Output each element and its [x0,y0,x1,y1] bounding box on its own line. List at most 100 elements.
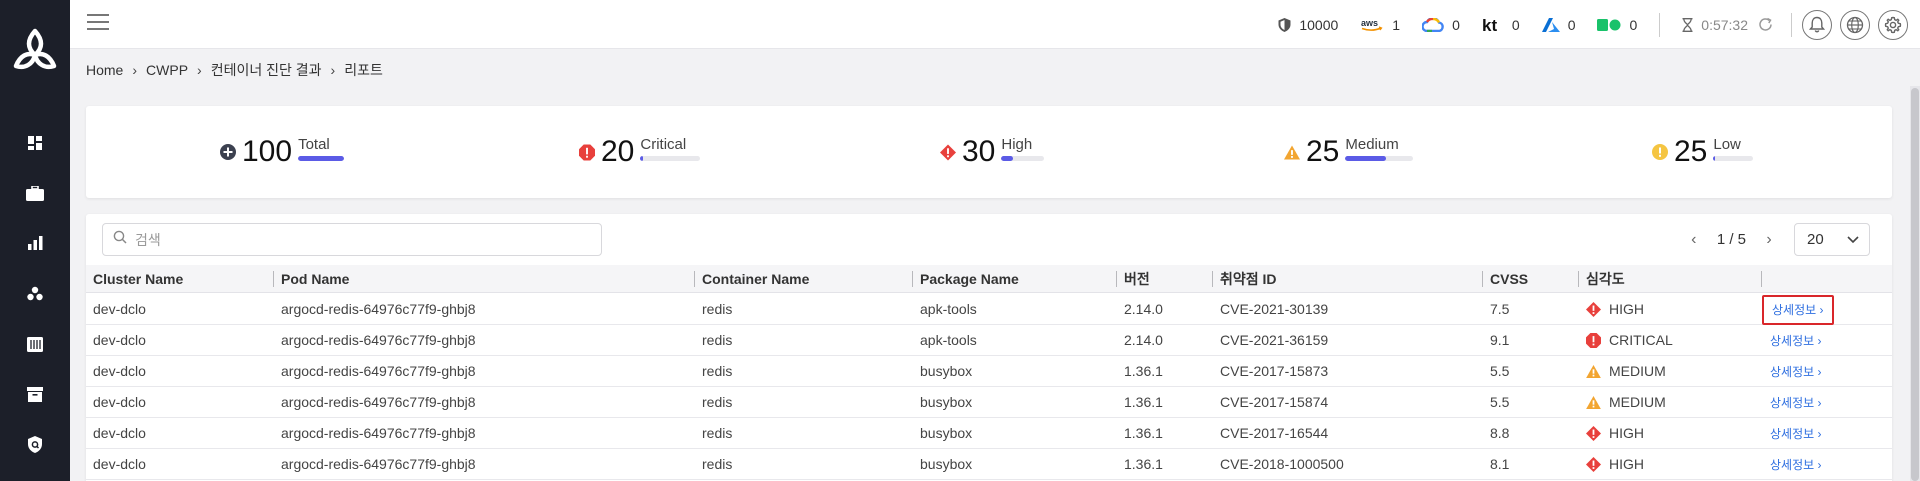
col-cluster-name[interactable]: Cluster Name [86,265,183,293]
col-version[interactable]: 버전 [1116,265,1150,293]
nav-archive-icon[interactable] [25,384,45,404]
total-bar [298,155,345,161]
detail-link[interactable]: 상세정보 › [1762,393,1830,413]
col-vuln-id[interactable]: 취약점 ID [1212,265,1277,293]
severity-label: HIGH [1609,301,1644,317]
cell-version: 1.36.1 [1124,456,1163,472]
cell-container: redis [702,363,733,379]
cell-severity: MEDIUM [1579,387,1666,418]
cell-cvss: 5.5 [1490,363,1510,379]
nav-chart-icon[interactable] [25,233,45,253]
detail-link[interactable]: 상세정보 › [1762,295,1834,325]
summary-low: 25 Low [1652,106,1754,198]
cell-package: apk-tools [920,332,977,348]
nav-dashboard-icon[interactable] [25,133,45,153]
cell-version: 2.14.0 [1124,301,1163,317]
detail-link[interactable]: 상세정보 › [1762,424,1830,444]
stat-azure[interactable]: 0 [1541,16,1576,33]
chevron-right-icon: › [330,62,336,78]
refresh-icon[interactable] [1758,17,1773,32]
page-indicator: 1 / 5 [1716,231,1746,248]
ncloud-count: 0 [1629,16,1638,33]
cell-severity: HIGH [1579,449,1644,480]
severity-high-icon [1586,457,1601,472]
table-row: dev-dclo argocd-redis-64976c77f9-ghbj8 red… [86,325,1892,356]
cell-version: 1.36.1 [1124,363,1163,379]
app-logo[interactable] [11,28,59,72]
stat-kt[interactable]: kt 0 [1482,17,1520,33]
language-globe-icon[interactable] [1840,9,1870,40]
breadcrumb-report: 리포트 [344,62,383,78]
cell-version: 1.36.1 [1124,394,1163,410]
low-label: Low [1713,135,1741,153]
stat-shield: 10000 [1278,17,1338,33]
table-row: dev-dclo argocd-redis-64976c77f9-ghbj8 red… [86,356,1892,387]
cell-container: redis [702,394,733,410]
col-container-name[interactable]: Container Name [694,265,809,293]
notification-bell-icon[interactable] [1802,9,1832,40]
severity-label: HIGH [1609,456,1644,472]
col-severity[interactable]: 심각도 [1578,265,1625,293]
nav-briefcase-icon[interactable] [25,183,45,203]
settings-gear-icon[interactable] [1878,9,1908,40]
search-icon [113,230,127,249]
high-icon [940,144,956,160]
cell-vuln-id: CVE-2017-16544 [1220,425,1329,441]
cell-vuln-id: CVE-2017-15874 [1220,394,1329,410]
breadcrumb-cwpp[interactable]: CWPP [146,62,188,78]
col-pod-name[interactable]: Pod Name [273,265,349,293]
scrollbar-thumb[interactable] [1911,88,1919,481]
hourglass-icon [1682,17,1693,32]
col-package-name[interactable]: Package Name [912,265,1019,293]
cell-cvss: 8.1 [1490,456,1510,472]
high-count: 30 [962,135,996,168]
critical-bar [640,155,701,161]
nav-security-icon[interactable] [25,434,45,454]
svg-text:aws: aws [1361,18,1378,28]
high-label: High [1001,135,1033,153]
chevron-down-icon [1847,231,1859,248]
col-cvss[interactable]: CVSS [1482,265,1528,293]
pagination: ‹ 1 / 5 › 20 [1683,223,1870,256]
low-count: 25 [1674,135,1708,168]
menu-toggle-icon[interactable] [87,14,109,32]
chevron-right-icon: › [197,62,202,78]
cell-action: 상세정보 › [1762,325,1830,356]
timer-value: 0:57:32 [1701,16,1748,33]
cell-cluster: dev-dclo [93,425,146,441]
kt-count: 0 [1511,16,1520,33]
severity-label: CRITICAL [1609,332,1673,348]
detail-link[interactable]: 상세정보 › [1762,362,1830,382]
cell-action: 상세정보 › [1762,294,1834,325]
cell-pod: argocd-redis-64976c77f9-ghbj8 [281,363,476,379]
search-box[interactable] [102,223,602,256]
nav-container-icon[interactable] [25,334,45,354]
prev-page-icon[interactable]: ‹ [1683,231,1705,249]
cell-container: redis [702,425,733,441]
breadcrumb-container-results[interactable]: 컨테이너 진단 결과 [211,60,322,80]
cell-pod: argocd-redis-64976c77f9-ghbj8 [281,332,476,348]
cell-package: busybox [920,363,973,379]
summary-critical: 20 Critical [579,106,701,198]
detail-link[interactable]: 상세정보 › [1762,331,1830,351]
cell-package: apk-tools [920,301,977,317]
per-page-select[interactable]: 20 [1794,223,1870,256]
cell-action: 상세정보 › [1762,418,1830,449]
stat-gcp[interactable]: 0 [1422,17,1460,33]
next-page-icon[interactable]: › [1758,231,1780,249]
divider [1791,12,1792,37]
nav-cluster-icon[interactable] [25,284,45,304]
medium-count: 25 [1306,135,1340,168]
breadcrumb-home[interactable]: Home [86,62,123,78]
sidebar [0,0,70,481]
cell-severity: MEDIUM [1579,356,1666,387]
table-row: dev-dclo argocd-redis-64976c77f9-ghbj8 red… [86,387,1892,418]
search-input[interactable] [135,231,575,248]
stat-ncloud[interactable]: 0 [1597,17,1637,33]
col-package-name-label: Package Name [920,271,1019,287]
vulnerability-table-card: ‹ 1 / 5 › 20 Cluster Name Pod Name Conta… [86,214,1892,481]
low-bar [1713,155,1754,161]
azure-count: 0 [1567,16,1576,33]
detail-link[interactable]: 상세정보 › [1762,455,1830,475]
stat-aws[interactable]: aws 1 [1360,17,1400,33]
